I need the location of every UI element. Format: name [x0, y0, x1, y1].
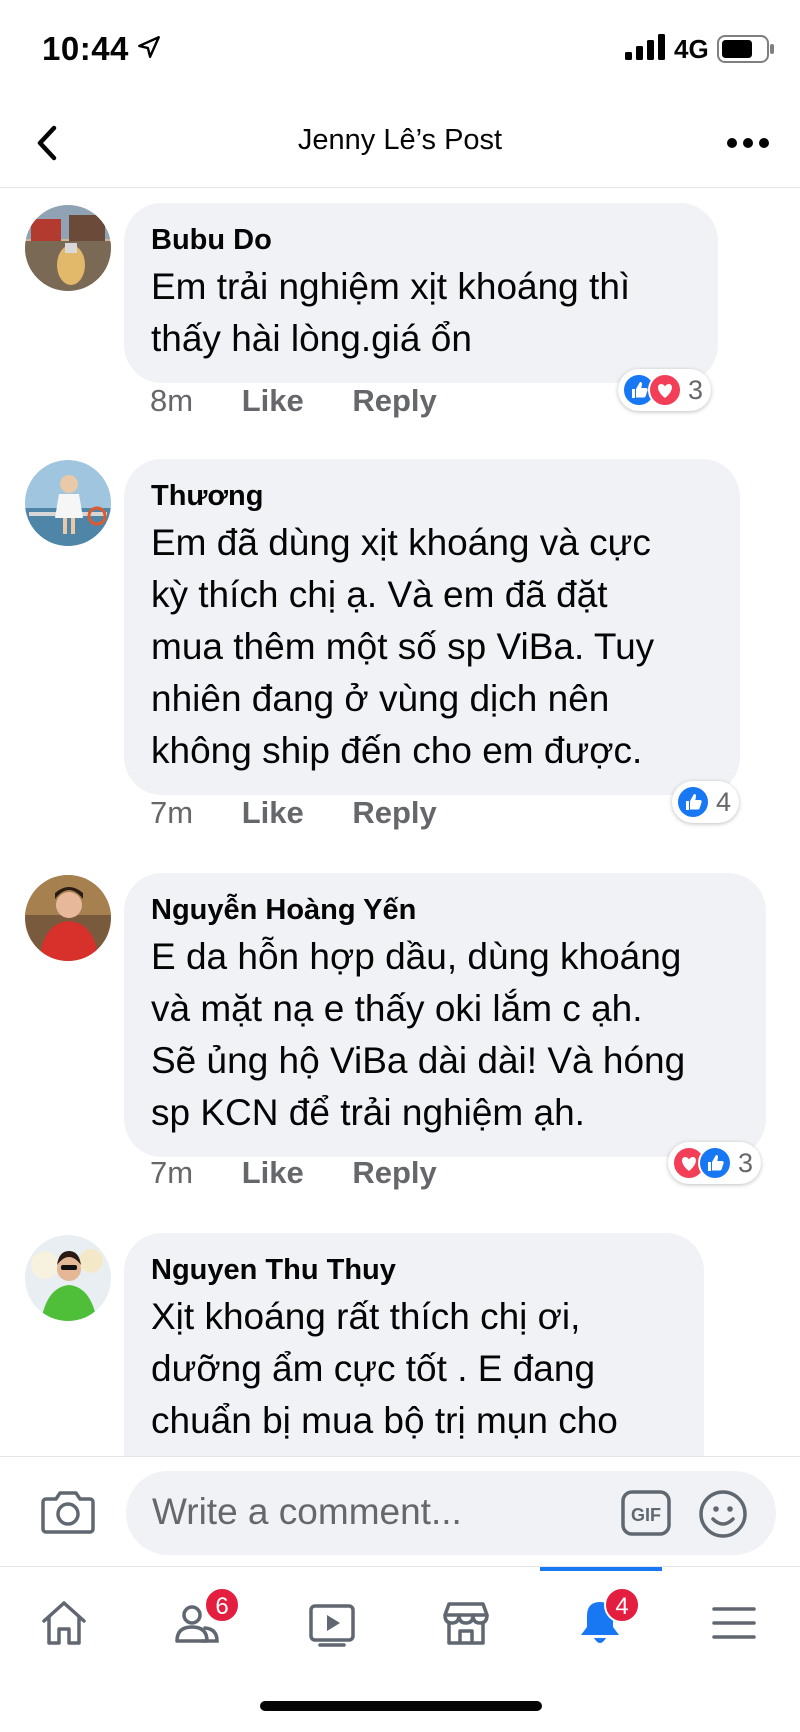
reaction-count: 3	[738, 1147, 754, 1178]
comment-time: 8m	[150, 383, 194, 418]
signal-strength-icon	[625, 34, 665, 60]
tab-notifications[interactable]: 4	[554, 1585, 644, 1665]
menu-icon	[712, 1607, 756, 1639]
comment-actions: 7m Like Reply	[150, 1155, 437, 1191]
notifications-badge: 4	[604, 1587, 640, 1623]
like-button[interactable]: Like	[242, 1155, 304, 1191]
comment-author[interactable]: Nguyen Thu Thuy	[151, 1253, 678, 1287]
more-options-button[interactable]	[722, 126, 774, 160]
avatar[interactable]	[25, 205, 111, 291]
comment-time: 7m	[150, 1155, 194, 1190]
page-title: Jenny Lê’s Post	[297, 124, 503, 156]
status-bar: 10:44 4G	[0, 0, 800, 100]
love-reaction-icon	[648, 373, 682, 407]
comment-author[interactable]: Bubu Do	[151, 223, 692, 257]
comment-bubble[interactable]: Bubu Do Em trải nghiệm xịt khoáng thì th…	[124, 203, 718, 383]
comment-time: 7m	[150, 795, 194, 830]
tab-home[interactable]	[18, 1585, 108, 1665]
reaction-summary[interactable]: 3	[618, 369, 712, 411]
reaction-summary[interactable]: 3	[668, 1142, 762, 1184]
home-icon	[42, 1601, 86, 1645]
gif-icon[interactable]: GIF	[620, 1489, 672, 1537]
reaction-count: 4	[716, 786, 732, 817]
home-indicator	[260, 1701, 542, 1711]
reply-button[interactable]: Reply	[352, 383, 436, 419]
comment-actions: 8m Like Reply	[150, 383, 437, 419]
reply-button[interactable]: Reply	[352, 795, 436, 831]
comment-composer: Write a comment... GIF	[0, 1456, 800, 1566]
comment-bubble[interactable]: Thương Em đã dùng xịt khoáng và cực kỳ t…	[124, 459, 740, 795]
post-header: Jenny Lê’s Post	[0, 100, 800, 188]
comment-text: E da hỗn hợp dầu, dùng khoáng và mặt nạ …	[151, 936, 686, 1133]
camera-icon[interactable]	[40, 1483, 96, 1539]
comment-input-placeholder: Write a comment...	[152, 1491, 462, 1532]
svg-text:GIF: GIF	[631, 1505, 661, 1525]
comment-actions: 7m Like Reply	[150, 795, 437, 831]
reaction-count: 3	[688, 374, 704, 405]
tab-marketplace[interactable]	[420, 1585, 510, 1665]
comment-text: Em trải nghiệm xịt khoáng thì thấy hài l…	[151, 266, 631, 359]
comment-author[interactable]: Nguyễn Hoàng Yến	[151, 893, 740, 927]
friends-badge: 6	[204, 1587, 240, 1623]
location-arrow-icon	[138, 36, 160, 58]
like-button[interactable]: Like	[242, 795, 304, 831]
emoji-icon[interactable]	[697, 1488, 749, 1540]
avatar[interactable]	[25, 875, 111, 961]
comment-author[interactable]: Thương	[151, 479, 714, 513]
comment-text: Xịt khoáng rất thích chị ơi, dưỡng ẩm cự…	[151, 1296, 618, 1441]
comments-list: Bubu Do Em trải nghiệm xịt khoáng thì th…	[0, 189, 800, 1456]
comment-text: Em đã dùng xịt khoáng và cực kỳ thích ch…	[151, 522, 655, 771]
battery-icon	[717, 35, 774, 63]
comment-bubble[interactable]: Nguyen Thu Thuy Xịt khoáng rất thích chị…	[124, 1233, 704, 1456]
reaction-summary[interactable]: 4	[672, 781, 740, 823]
status-time: 10:44	[42, 30, 129, 67]
reply-button[interactable]: Reply	[352, 1155, 436, 1191]
like-reaction-icon	[676, 785, 710, 819]
network-type: 4G	[674, 34, 709, 64]
comment-bubble[interactable]: Nguyễn Hoàng Yến E da hỗn hợp dầu, dùng …	[124, 873, 766, 1157]
like-reaction-icon	[698, 1146, 732, 1180]
tab-friends[interactable]: 6	[152, 1585, 242, 1665]
video-icon	[309, 1604, 355, 1647]
tab-watch[interactable]	[286, 1585, 376, 1665]
avatar[interactable]	[25, 460, 111, 546]
active-tab-indicator	[540, 1567, 662, 1571]
like-button[interactable]: Like	[242, 383, 304, 419]
marketplace-icon	[443, 1602, 489, 1645]
tab-menu[interactable]	[688, 1585, 778, 1665]
avatar[interactable]	[25, 1235, 111, 1321]
